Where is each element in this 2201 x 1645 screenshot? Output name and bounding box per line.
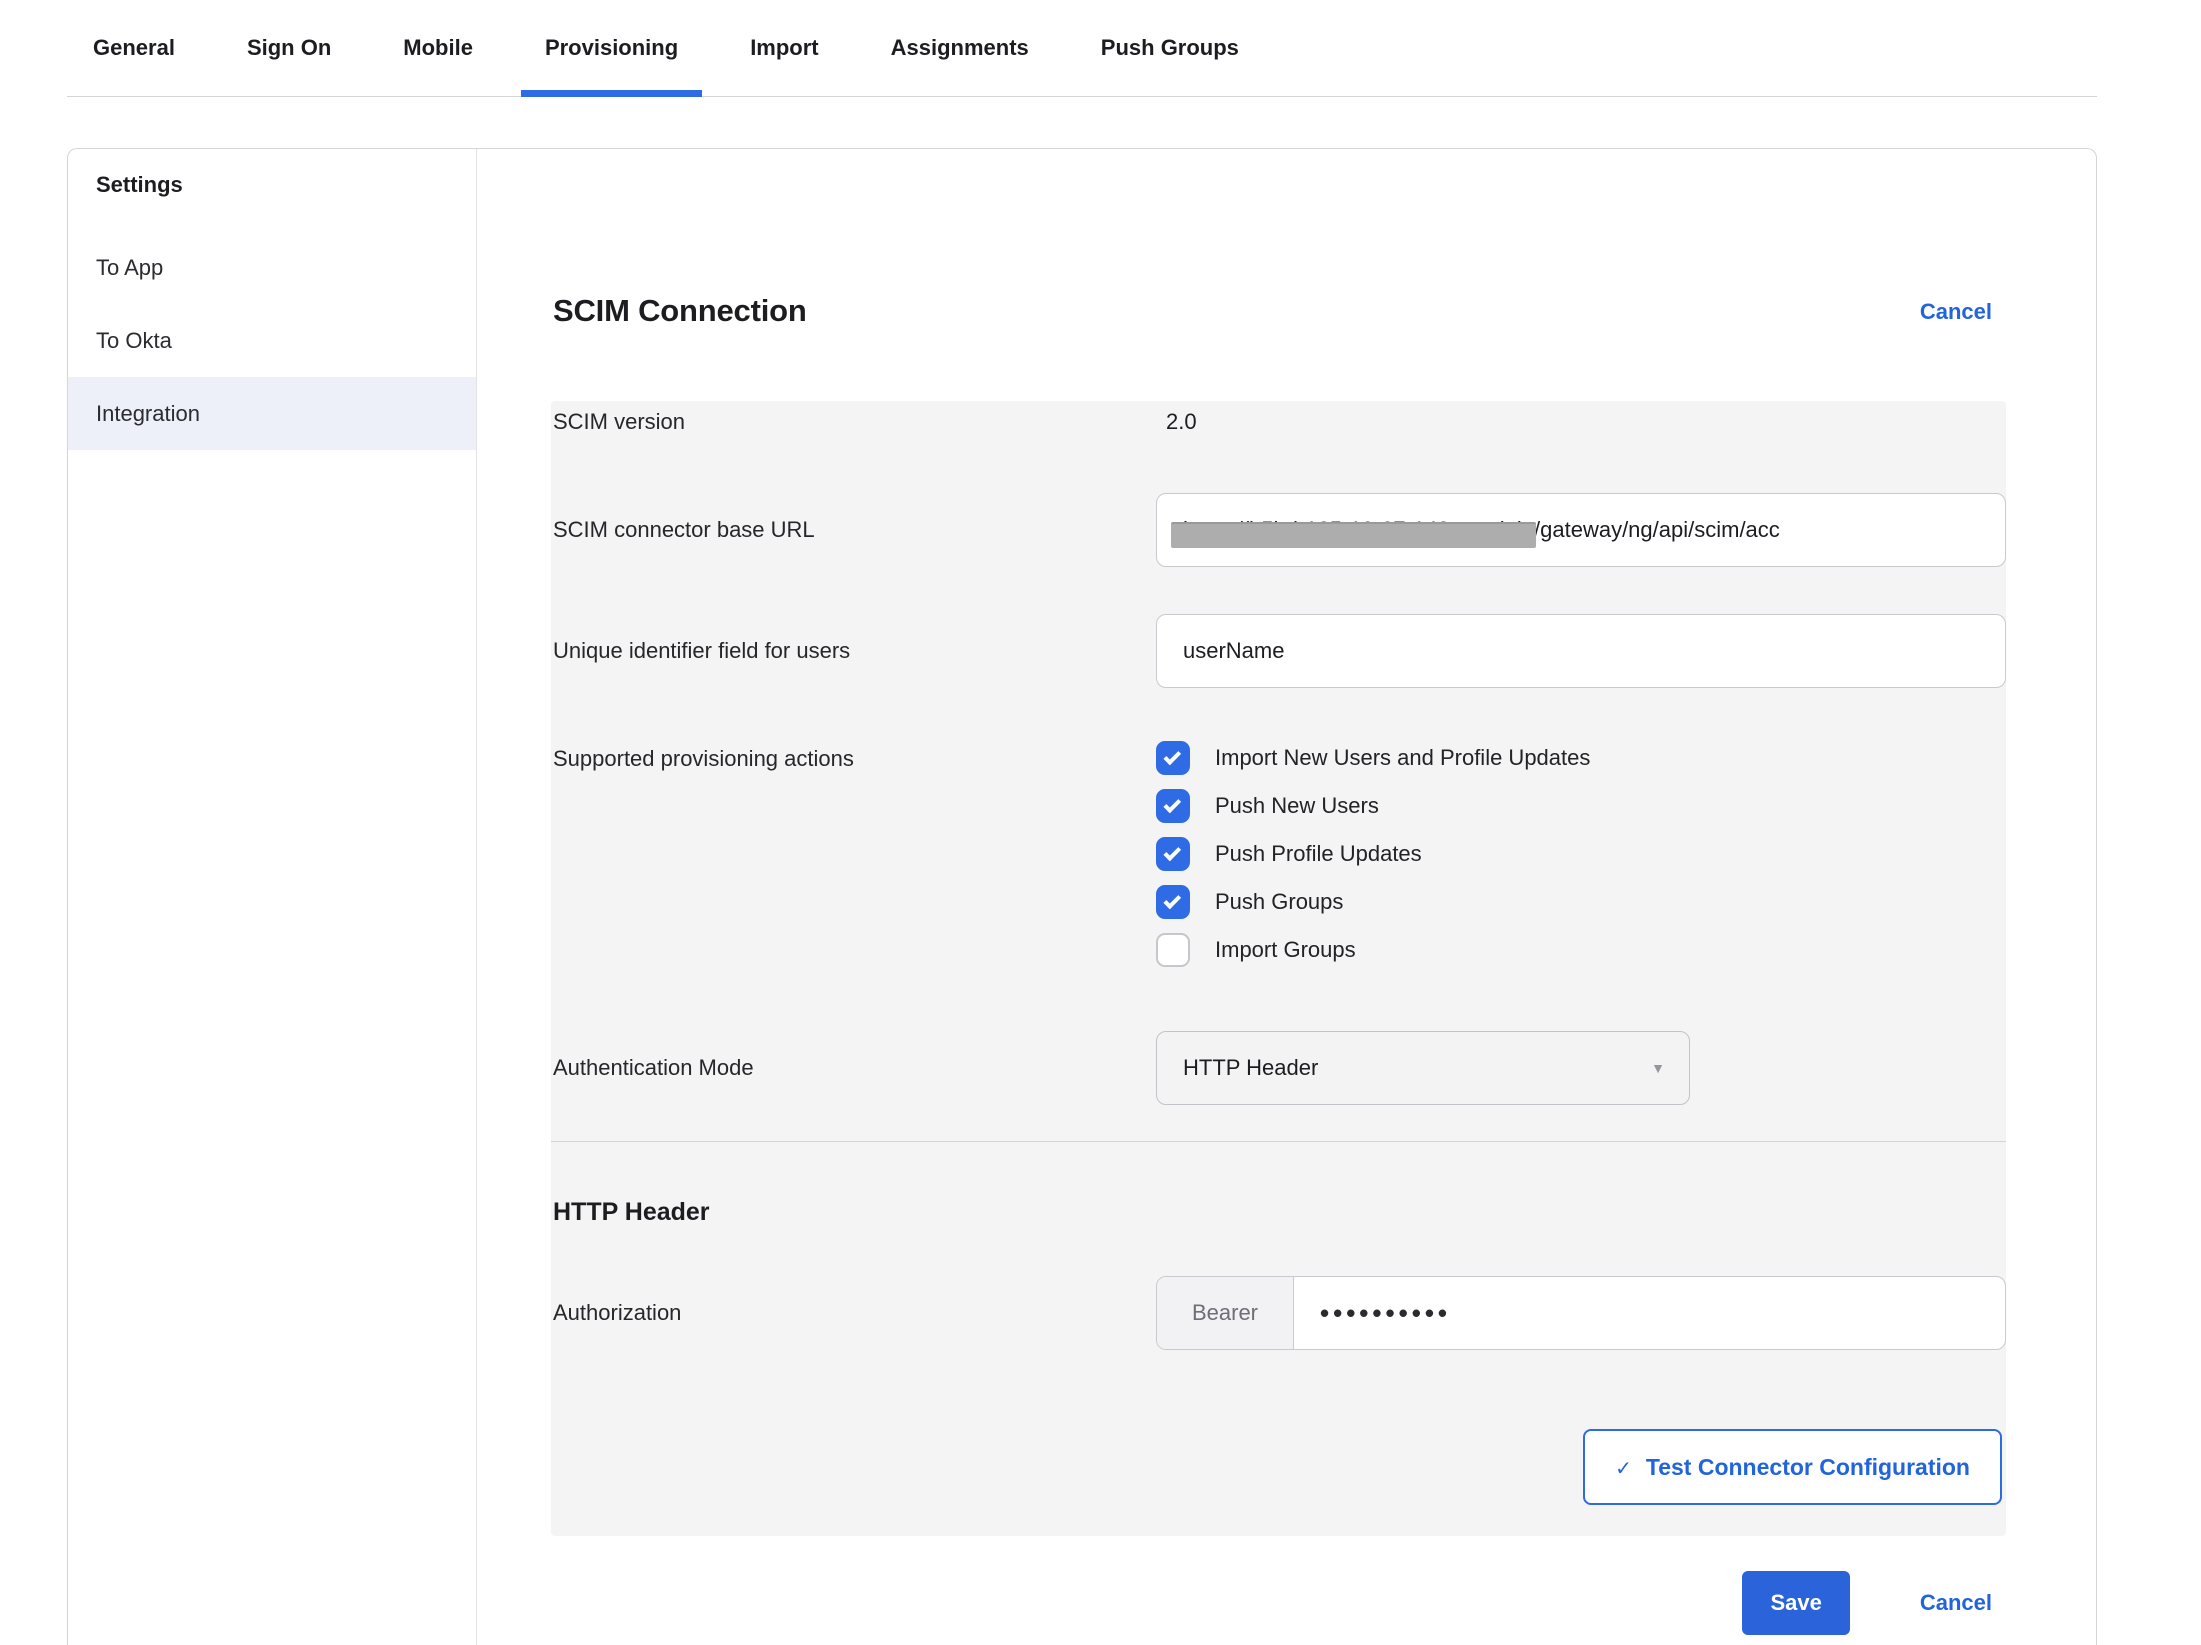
scim-version-label: SCIM version bbox=[553, 409, 1156, 435]
auth-mode-label: Authentication Mode bbox=[553, 1055, 1156, 1081]
base-url-input[interactable]: https://b5bd-125-19-67-148.ngrok.io /gat… bbox=[1156, 493, 2006, 567]
sidebar-item-to-okta[interactable]: To Okta bbox=[68, 304, 476, 377]
import-groups-label[interactable]: Import Groups bbox=[1215, 937, 1356, 963]
tab-import[interactable]: Import bbox=[726, 0, 842, 97]
provisioning-actions-row: Supported provisioning actions Import Ne… bbox=[551, 741, 2006, 967]
tab-provisioning[interactable]: Provisioning bbox=[521, 0, 702, 97]
import-users-checkbox[interactable] bbox=[1156, 741, 1190, 775]
cancel-link-top[interactable]: Cancel bbox=[1920, 299, 1992, 325]
redaction-bar bbox=[1171, 522, 1536, 548]
base-url-label: SCIM connector base URL bbox=[553, 517, 1156, 543]
sidebar-header: Settings bbox=[68, 149, 476, 198]
scim-version-value: 2.0 bbox=[1156, 409, 1197, 434]
unique-id-label: Unique identifier field for users bbox=[553, 638, 1156, 664]
action-import-users-row: Import New Users and Profile Updates bbox=[1156, 741, 2006, 775]
tab-assignments[interactable]: Assignments bbox=[867, 0, 1053, 97]
provisioning-panel: Settings To App To Okta Integration SCIM… bbox=[67, 148, 2097, 1645]
provisioning-actions-list: Import New Users and Profile Updates Pus… bbox=[1156, 741, 2006, 967]
scim-version-row: SCIM version 2.0 bbox=[551, 401, 2006, 435]
check-icon: ✓ bbox=[1615, 1456, 1632, 1481]
auth-mode-row: Authentication Mode HTTP Header ▼ bbox=[551, 1031, 2006, 1105]
tab-sign-on[interactable]: Sign On bbox=[223, 0, 355, 97]
sidebar-item-to-app[interactable]: To App bbox=[68, 231, 476, 304]
tab-push-groups[interactable]: Push Groups bbox=[1077, 0, 1263, 97]
url-visible-suffix: /gateway/ng/api/scim/acc bbox=[1534, 517, 1780, 543]
test-connector-button[interactable]: ✓ Test Connector Configuration bbox=[1583, 1429, 2002, 1505]
action-import-groups-row: Import Groups bbox=[1156, 933, 2006, 967]
save-button[interactable]: Save bbox=[1742, 1571, 1849, 1635]
authorization-input-group: Bearer •••••••••• bbox=[1156, 1276, 2006, 1350]
sidebar-list: To App To Okta Integration bbox=[68, 231, 476, 450]
authorization-label: Authorization bbox=[553, 1300, 1156, 1326]
push-profile-updates-checkbox[interactable] bbox=[1156, 837, 1190, 871]
cancel-link-bottom[interactable]: Cancel bbox=[1920, 1590, 1992, 1616]
redacted-url-prefix: https://b5bd-125-19-67-148.ngrok.io bbox=[1183, 515, 1534, 545]
push-profile-updates-label[interactable]: Push Profile Updates bbox=[1215, 841, 1422, 867]
tab-general[interactable]: General bbox=[69, 0, 199, 97]
action-push-groups-row: Push Groups bbox=[1156, 885, 2006, 919]
form-footer: Save Cancel bbox=[1742, 1571, 1992, 1635]
provisioning-actions-label: Supported provisioning actions bbox=[553, 741, 1156, 772]
auth-mode-select[interactable]: HTTP Header ▼ bbox=[1156, 1031, 1690, 1105]
http-header-heading: HTTP Header bbox=[551, 1198, 2006, 1227]
section-divider bbox=[551, 1141, 2006, 1142]
push-groups-checkbox[interactable] bbox=[1156, 885, 1190, 919]
screen: General Sign On Mobile Provisioning Impo… bbox=[0, 0, 2201, 1645]
page-title: SCIM Connection bbox=[553, 293, 807, 329]
authorization-row: Authorization Bearer •••••••••• bbox=[551, 1276, 2006, 1350]
sidebar-item-integration[interactable]: Integration bbox=[68, 377, 476, 450]
push-new-users-checkbox[interactable] bbox=[1156, 789, 1190, 823]
auth-mode-selected-value: HTTP Header bbox=[1183, 1055, 1318, 1081]
push-new-users-label[interactable]: Push New Users bbox=[1215, 793, 1379, 819]
unique-id-row: Unique identifier field for users userNa… bbox=[551, 614, 2006, 688]
bearer-prefix: Bearer bbox=[1157, 1277, 1294, 1349]
checkmark-icon bbox=[1163, 747, 1181, 765]
bearer-token-input[interactable]: •••••••••• bbox=[1294, 1277, 2005, 1349]
import-users-label[interactable]: Import New Users and Profile Updates bbox=[1215, 745, 1590, 771]
base-url-row: SCIM connector base URL https://b5bd-125… bbox=[551, 493, 2006, 567]
action-push-new-users-row: Push New Users bbox=[1156, 789, 2006, 823]
unique-id-input[interactable]: userName bbox=[1156, 614, 2006, 688]
checkmark-icon bbox=[1163, 795, 1181, 813]
app-tabbar: General Sign On Mobile Provisioning Impo… bbox=[67, 0, 2097, 97]
push-groups-label[interactable]: Push Groups bbox=[1215, 889, 1343, 915]
import-groups-checkbox[interactable] bbox=[1156, 933, 1190, 967]
tab-mobile[interactable]: Mobile bbox=[379, 0, 497, 97]
settings-sidebar: Settings To App To Okta Integration bbox=[68, 149, 477, 1645]
checkmark-icon bbox=[1163, 843, 1181, 861]
checkmark-icon bbox=[1163, 891, 1181, 909]
caret-down-icon: ▼ bbox=[1651, 1060, 1665, 1076]
scim-connection-form: SCIM version 2.0 SCIM connector base URL… bbox=[551, 401, 2006, 1536]
action-push-profile-updates-row: Push Profile Updates bbox=[1156, 837, 2006, 871]
test-connector-row: ✓ Test Connector Configuration bbox=[551, 1429, 2006, 1505]
